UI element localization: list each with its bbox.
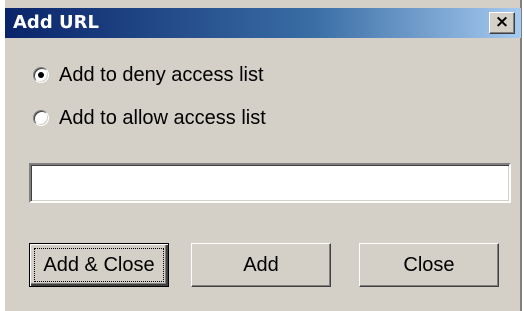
close-label: Close — [403, 254, 455, 276]
deny-radio[interactable] — [33, 67, 49, 83]
close-window-button[interactable]: × — [489, 12, 515, 34]
add-url-dialog: Add URL × Add to deny access list Add to… — [4, 0, 522, 311]
allow-radio[interactable] — [33, 110, 49, 126]
dialog-title: Add URL — [13, 12, 99, 33]
deny-list-option[interactable]: Add to deny access list — [33, 61, 264, 89]
title-bar[interactable]: Add URL × — [5, 8, 521, 38]
add-and-close-button[interactable]: Add & Close — [29, 243, 169, 287]
add-label: Add — [243, 254, 279, 276]
add-and-close-label: Add & Close — [43, 254, 155, 276]
close-button[interactable]: Close — [359, 243, 499, 287]
add-button[interactable]: Add — [191, 243, 331, 287]
close-icon: × — [494, 12, 510, 32]
deny-radio-label: Add to deny access list — [59, 63, 264, 86]
allow-radio-label: Add to allow access list — [59, 106, 266, 129]
url-input[interactable] — [29, 163, 511, 203]
allow-list-option[interactable]: Add to allow access list — [33, 104, 266, 132]
